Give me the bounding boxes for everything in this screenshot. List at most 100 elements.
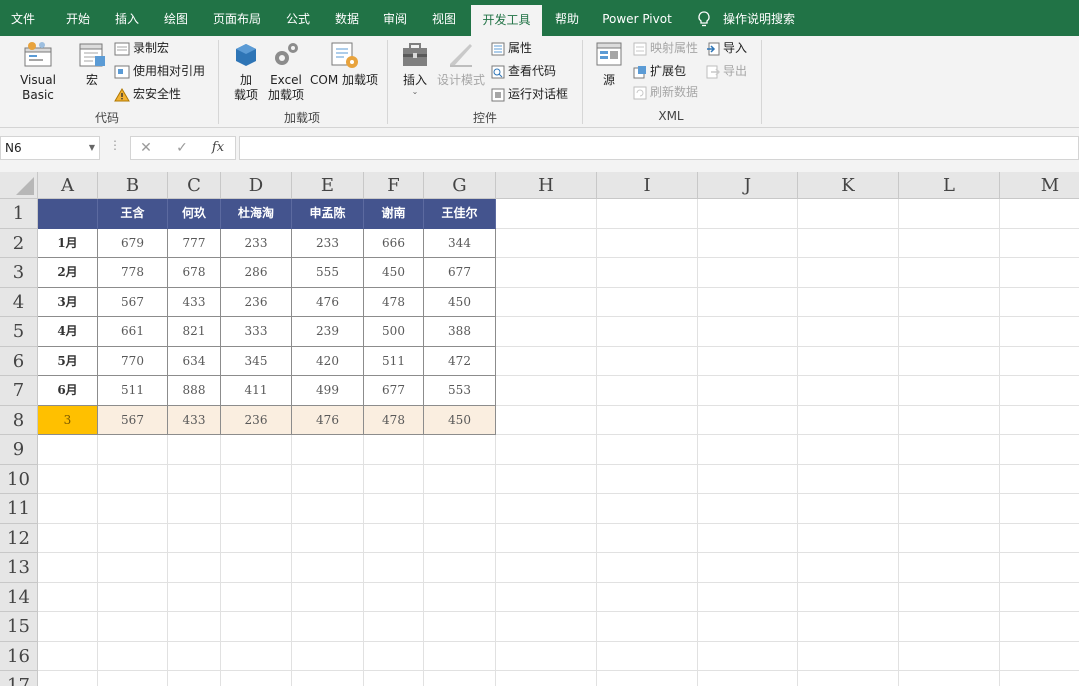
cell-f12[interactable] (364, 523, 424, 553)
cell-k13[interactable] (798, 553, 899, 583)
cell-m3[interactable] (1000, 258, 1079, 288)
cell-b8[interactable]: 567 (98, 405, 168, 435)
cell-d6[interactable]: 345 (221, 346, 292, 376)
cell-c6[interactable]: 634 (168, 346, 221, 376)
tab-insert[interactable]: 插入 (107, 0, 147, 36)
cell-h13[interactable] (496, 553, 597, 583)
cell-a6[interactable]: 5月 (38, 346, 98, 376)
cell-e8[interactable]: 476 (292, 405, 364, 435)
cell-m14[interactable] (1000, 583, 1079, 612)
cell-h7[interactable] (496, 376, 597, 406)
cell-d8[interactable]: 236 (221, 405, 292, 435)
cell-g2[interactable]: 344 (424, 228, 496, 258)
cell-e11[interactable] (292, 494, 364, 524)
column-header-f[interactable]: F (364, 172, 424, 199)
cell-f8[interactable]: 478 (364, 405, 424, 435)
cell-l11[interactable] (899, 494, 1000, 524)
chevron-down-icon[interactable]: ▼ (89, 137, 95, 159)
cell-d12[interactable] (221, 523, 292, 553)
cell-m4[interactable] (1000, 288, 1079, 317)
select-all-button[interactable] (0, 172, 38, 199)
cell-e4[interactable]: 476 (292, 287, 364, 317)
cell-h9[interactable] (496, 435, 597, 465)
cell-l16[interactable] (899, 641, 1000, 671)
name-box[interactable]: N6 ▼ (0, 136, 100, 160)
cell-h15[interactable] (496, 612, 597, 642)
cell-k6[interactable] (798, 346, 899, 376)
cell-b14[interactable] (98, 582, 168, 612)
cell-a16[interactable] (38, 641, 98, 671)
cell-b9[interactable] (98, 435, 168, 465)
tab-data[interactable]: 数据 (327, 0, 367, 36)
map-properties-button[interactable]: 映射属性 (633, 38, 698, 58)
cell-j15[interactable] (698, 612, 798, 642)
column-header-h[interactable]: H (496, 172, 597, 199)
cell-h11[interactable] (496, 494, 597, 524)
cell-c11[interactable] (168, 494, 221, 524)
cell-i14[interactable] (597, 582, 698, 612)
cell-e3[interactable]: 555 (292, 258, 364, 288)
tab-review[interactable]: 审阅 (375, 0, 415, 36)
cell-h5[interactable] (496, 317, 597, 347)
cell-g14[interactable] (424, 582, 496, 612)
cell-b4[interactable]: 567 (98, 287, 168, 317)
cell-f10[interactable] (364, 464, 424, 494)
cell-m8[interactable] (1000, 406, 1079, 435)
cell-f15[interactable] (364, 612, 424, 642)
row-header-6[interactable]: 6 (0, 346, 38, 376)
cell-j17[interactable] (698, 671, 798, 686)
row-header-11[interactable]: 11 (0, 494, 38, 524)
cell-f7[interactable]: 677 (364, 376, 424, 406)
column-header-g[interactable]: G (424, 172, 496, 199)
refresh-data-button[interactable]: 刷新数据 (633, 82, 698, 102)
cell-a8[interactable]: 3 (38, 405, 98, 435)
cell-b7[interactable]: 511 (98, 376, 168, 406)
cell-e13[interactable] (292, 553, 364, 583)
row-header-10[interactable]: 10 (0, 464, 38, 494)
cell-b17[interactable] (98, 671, 168, 686)
row-header-2[interactable]: 2 (0, 228, 38, 258)
cell-g6[interactable]: 472 (424, 346, 496, 376)
cell-g4[interactable]: 450 (424, 287, 496, 317)
cell-k16[interactable] (798, 641, 899, 671)
cell-j8[interactable] (698, 405, 798, 435)
macros-button[interactable]: 宏 (76, 40, 108, 88)
cell-i8[interactable] (597, 405, 698, 435)
cell-i10[interactable] (597, 464, 698, 494)
import-button[interactable]: 导入 (706, 38, 747, 58)
cell-d1[interactable]: 杜海淘 (221, 199, 292, 229)
cell-a15[interactable] (38, 612, 98, 642)
cell-g3[interactable]: 677 (424, 258, 496, 288)
column-header-m[interactable]: M (1000, 172, 1079, 199)
cell-d17[interactable] (221, 671, 292, 686)
cell-k10[interactable] (798, 464, 899, 494)
column-header-b[interactable]: B (98, 172, 168, 199)
cell-h3[interactable] (496, 258, 597, 288)
cell-a11[interactable] (38, 494, 98, 524)
cell-a9[interactable] (38, 435, 98, 465)
cell-e14[interactable] (292, 582, 364, 612)
cell-a14[interactable] (38, 582, 98, 612)
cell-h16[interactable] (496, 641, 597, 671)
cell-c7[interactable]: 888 (168, 376, 221, 406)
row-header-5[interactable]: 5 (0, 317, 38, 347)
cell-c16[interactable] (168, 641, 221, 671)
cell-l17[interactable] (899, 671, 1000, 686)
cell-i5[interactable] (597, 317, 698, 347)
com-addins-button[interactable]: COM 加载项 (308, 40, 380, 88)
row-header-1[interactable]: 1 (0, 199, 38, 229)
cell-k2[interactable] (798, 228, 899, 258)
cell-h8[interactable] (496, 405, 597, 435)
cell-h14[interactable] (496, 582, 597, 612)
cell-c12[interactable] (168, 523, 221, 553)
cell-f6[interactable]: 511 (364, 346, 424, 376)
column-header-e[interactable]: E (292, 172, 364, 199)
cell-d15[interactable] (221, 612, 292, 642)
column-header-c[interactable]: C (168, 172, 221, 199)
cell-f13[interactable] (364, 553, 424, 583)
cell-g1[interactable]: 王佳尔 (424, 199, 496, 229)
cell-c13[interactable] (168, 553, 221, 583)
cell-c9[interactable] (168, 435, 221, 465)
cell-j2[interactable] (698, 228, 798, 258)
cell-b16[interactable] (98, 641, 168, 671)
